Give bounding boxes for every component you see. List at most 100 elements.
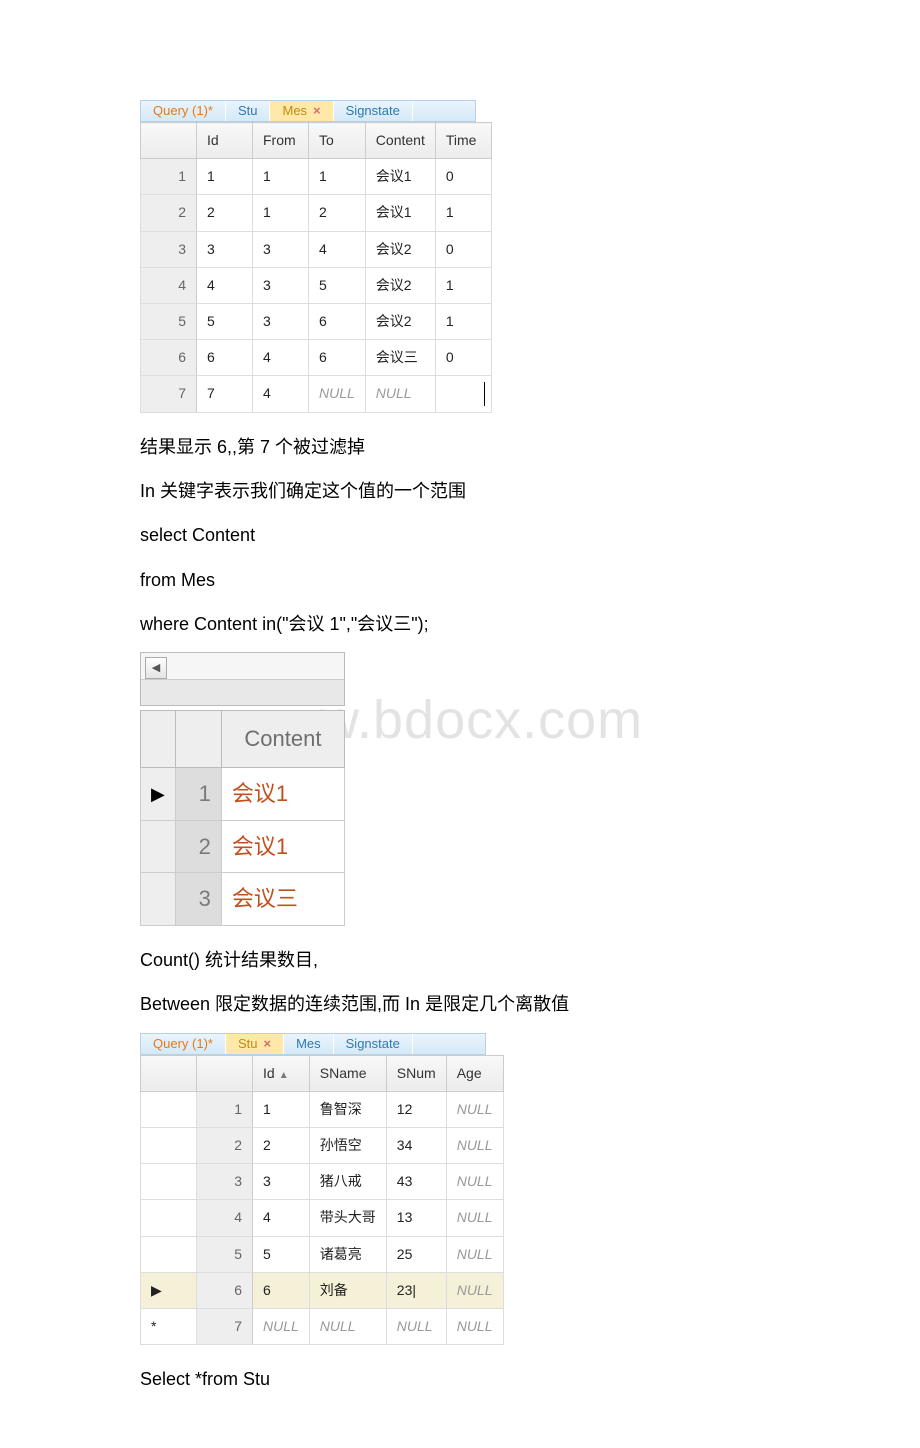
scroll-left-icon[interactable]: ◀: [145, 657, 167, 679]
tab-signstate[interactable]: Signstate: [334, 101, 413, 121]
tab-stu[interactable]: Stu ×: [226, 1034, 284, 1054]
tab-signstate[interactable]: Signstate: [334, 1034, 413, 1054]
cell[interactable]: 7: [197, 376, 253, 412]
cell[interactable]: 5: [309, 267, 366, 303]
col-age[interactable]: Age: [446, 1055, 503, 1091]
close-icon[interactable]: ×: [313, 99, 321, 122]
cell[interactable]: 6: [309, 303, 366, 339]
cell[interactable]: 会议2: [365, 303, 435, 339]
cell[interactable]: NULL: [446, 1308, 503, 1344]
row-gutter-header: [197, 1055, 253, 1091]
cell[interactable]: 1: [435, 267, 491, 303]
cell[interactable]: 会议1: [221, 768, 344, 821]
cell[interactable]: 2: [309, 195, 366, 231]
col-content[interactable]: Content: [365, 123, 435, 159]
cell[interactable]: NULL: [309, 1308, 386, 1344]
cell[interactable]: NULL: [446, 1127, 503, 1163]
cell[interactable]: 3: [253, 267, 309, 303]
cell[interactable]: 4: [253, 1200, 310, 1236]
cell[interactable]: 0: [435, 340, 491, 376]
cell[interactable]: 34: [386, 1127, 446, 1163]
cell[interactable]: 25: [386, 1236, 446, 1272]
cell[interactable]: NULL: [446, 1091, 503, 1127]
cell[interactable]: 会议2: [365, 267, 435, 303]
cell[interactable]: NULL: [253, 1308, 310, 1344]
cell[interactable]: NULL: [309, 376, 366, 412]
cell[interactable]: NULL: [386, 1308, 446, 1344]
cell[interactable]: 带头大哥: [309, 1200, 386, 1236]
cell[interactable]: 0: [435, 159, 491, 195]
tab-query[interactable]: Query (1)*: [141, 1034, 226, 1054]
cell[interactable]: 6: [197, 340, 253, 376]
cell[interactable]: 孙悟空: [309, 1127, 386, 1163]
cell[interactable]: NULL: [446, 1272, 503, 1308]
cell[interactable]: 1: [435, 303, 491, 339]
cell[interactable]: 5: [253, 1236, 310, 1272]
close-icon[interactable]: ×: [263, 1032, 271, 1055]
cell[interactable]: 6: [253, 1272, 310, 1308]
row-num: 3: [141, 231, 197, 267]
cell[interactable]: 1: [435, 195, 491, 231]
cell[interactable]: 刘备: [309, 1272, 386, 1308]
cell[interactable]: 诸葛亮: [309, 1236, 386, 1272]
col-from[interactable]: From: [253, 123, 309, 159]
col-content[interactable]: Content: [221, 711, 344, 768]
cell[interactable]: 鲁智深: [309, 1091, 386, 1127]
row-num: 1: [141, 159, 197, 195]
watermark: w.bdocx.com: [320, 672, 643, 769]
cell[interactable]: 1: [309, 159, 366, 195]
row-num: 5: [141, 303, 197, 339]
cell[interactable]: 会议1: [221, 820, 344, 873]
tab-strip: [141, 679, 344, 705]
sort-asc-icon: ▲: [279, 1070, 289, 1081]
cell[interactable]: 4: [309, 231, 366, 267]
cell[interactable]: 1: [253, 195, 309, 231]
cell[interactable]: 3: [253, 303, 309, 339]
tab-stu[interactable]: Stu: [226, 101, 271, 121]
col-snum[interactable]: SNum: [386, 1055, 446, 1091]
cell[interactable]: 23|: [386, 1272, 446, 1308]
cell[interactable]: 4: [253, 340, 309, 376]
cell[interactable]: 3: [197, 231, 253, 267]
cell[interactable]: 12: [386, 1091, 446, 1127]
cell[interactable]: 会议三: [221, 873, 344, 926]
cell[interactable]: 1: [197, 159, 253, 195]
cell[interactable]: 13: [386, 1200, 446, 1236]
cell[interactable]: 4: [253, 376, 309, 412]
sql-line: select Content: [140, 519, 780, 551]
cell[interactable]: 2: [197, 195, 253, 231]
col-sname[interactable]: SName: [309, 1055, 386, 1091]
cell[interactable]: NULL: [446, 1200, 503, 1236]
tab-bar-mes: Query (1)* Stu Mes × Signstate: [140, 100, 476, 122]
cell[interactable]: 1: [253, 1091, 310, 1127]
cell[interactable]: NULL: [365, 376, 435, 412]
col-time[interactable]: Time: [435, 123, 491, 159]
cell[interactable]: 会议1: [365, 159, 435, 195]
cell[interactable]: NULL: [446, 1236, 503, 1272]
cell[interactable]: 3: [253, 231, 309, 267]
sql-line: from Mes: [140, 564, 780, 596]
tab-query[interactable]: Query (1)*: [141, 101, 226, 121]
col-id[interactable]: Id▲: [253, 1055, 310, 1091]
row-marker: [141, 1200, 197, 1236]
tab-mes[interactable]: Mes ×: [270, 101, 333, 121]
col-id[interactable]: Id: [197, 123, 253, 159]
cell[interactable]: 3: [253, 1164, 310, 1200]
cell[interactable]: 6: [309, 340, 366, 376]
row-marker: ▶: [141, 1272, 197, 1308]
cell[interactable]: 1: [253, 159, 309, 195]
cell[interactable]: 猪八戒: [309, 1164, 386, 1200]
cell[interactable]: 会议三: [365, 340, 435, 376]
cell[interactable]: 会议1: [365, 195, 435, 231]
col-to[interactable]: To: [309, 123, 366, 159]
cell[interactable]: 会议2: [365, 231, 435, 267]
cell[interactable]: 4: [197, 267, 253, 303]
cell[interactable]: [435, 376, 491, 412]
tab-mes-label: Mes: [282, 99, 307, 122]
cell[interactable]: 0: [435, 231, 491, 267]
cell[interactable]: NULL: [446, 1164, 503, 1200]
tab-mes[interactable]: Mes: [284, 1034, 334, 1054]
cell[interactable]: 43: [386, 1164, 446, 1200]
cell[interactable]: 5: [197, 303, 253, 339]
cell[interactable]: 2: [253, 1127, 310, 1163]
